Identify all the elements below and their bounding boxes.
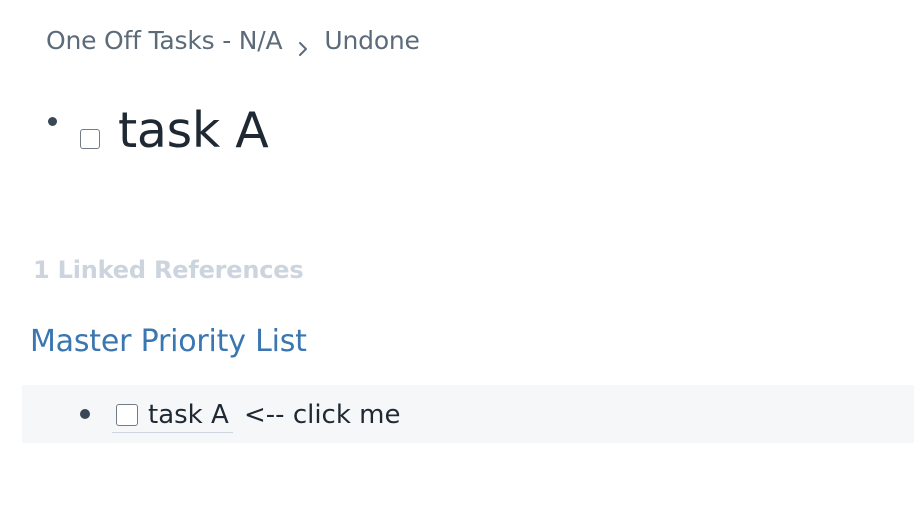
- bullet-icon[interactable]: [48, 117, 57, 126]
- task-checkbox[interactable]: [80, 129, 100, 149]
- page-title[interactable]: task A: [118, 98, 269, 164]
- breadcrumb-item-one-off-tasks[interactable]: One Off Tasks - N/A: [46, 26, 283, 55]
- breadcrumb: One Off Tasks - N/A Undone: [46, 26, 420, 56]
- block-embed[interactable]: task A: [112, 397, 233, 433]
- reference-block: task A <-- click me: [22, 385, 914, 443]
- breadcrumb-item-undone[interactable]: Undone: [324, 26, 420, 55]
- reference-task-text[interactable]: task A: [148, 400, 233, 430]
- reference-task-checkbox[interactable]: [116, 403, 138, 426]
- reference-block-text[interactable]: <-- click me: [244, 397, 401, 433]
- bullet-icon[interactable]: [80, 409, 90, 419]
- reference-page-link[interactable]: Master Priority List: [30, 324, 307, 359]
- chevron-right-icon: [298, 34, 308, 56]
- linked-references-header[interactable]: 1 Linked References: [33, 256, 304, 284]
